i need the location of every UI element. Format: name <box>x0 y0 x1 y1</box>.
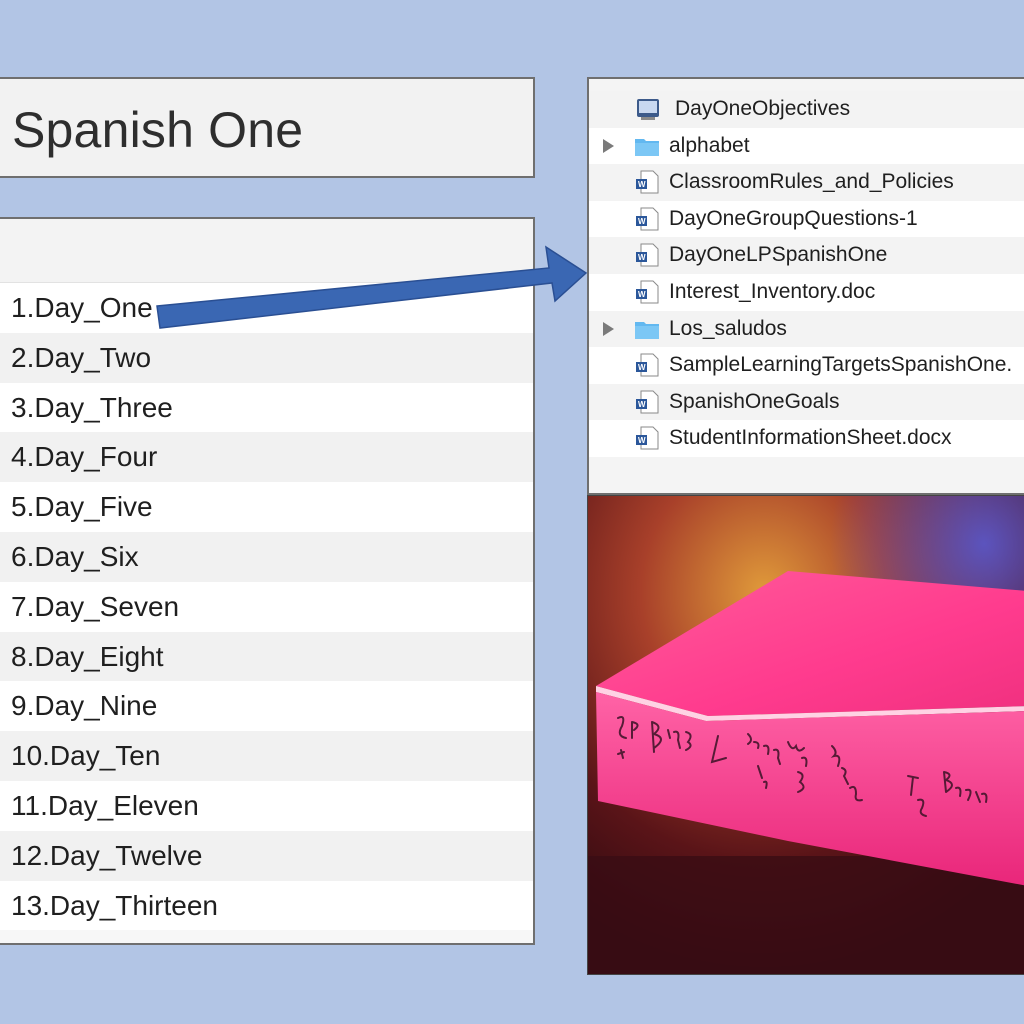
day-folder-item[interactable]: 9.Day_Nine <box>0 681 533 732</box>
folder-icon <box>635 321 659 339</box>
file-item[interactable]: Interest_Inventory.doc <box>589 273 1024 311</box>
file-item[interactable]: SampleLearningTargetsSpanishOne. <box>589 347 1024 384</box>
day-folder-item[interactable]: 12.Day_Twelve <box>0 830 533 881</box>
day-folder-item[interactable]: 3.Day_Three <box>0 382 533 433</box>
file-name: SpanishOneGoals <box>669 389 840 413</box>
day-list-panel: 1.Day_One 2.Day_Two 3.Day_Three 4.Day_Four 5… <box>0 217 535 945</box>
file-name: ClassroomRules_and_Policies <box>669 170 954 194</box>
word-doc-icon <box>635 280 659 304</box>
word-doc-icon <box>635 170 659 194</box>
binder-photo <box>587 495 1024 975</box>
file-name: SampleLearningTargetsSpanishOne. <box>669 353 1013 377</box>
file-name: DayOneLPSpanishOne <box>669 243 888 267</box>
table-shadow <box>588 856 1024 974</box>
file-browser-panel: DayOneObjectives alphabet ClassroomRules_a… <box>587 77 1024 495</box>
page-title: Spanish One <box>12 102 304 158</box>
file-item[interactable]: DayOneObjectives <box>589 91 1024 128</box>
day-folder-item[interactable]: 4.Day_Four <box>0 432 533 483</box>
word-doc-icon <box>635 243 659 267</box>
file-list: DayOneObjectives alphabet ClassroomRules_a… <box>589 91 1024 457</box>
file-name: Interest_Inventory.doc <box>669 279 876 303</box>
word-doc-icon <box>635 353 659 377</box>
word-doc-icon <box>635 390 659 414</box>
file-item[interactable]: StudentInformationSheet.docx <box>589 420 1024 457</box>
day-list: 1.Day_One 2.Day_Two 3.Day_Three 4.Day_Four 5… <box>0 283 533 931</box>
day-folder-item[interactable]: 10.Day_Ten <box>0 731 533 781</box>
word-doc-icon <box>635 426 659 450</box>
word-doc-icon <box>635 207 659 231</box>
day-folder-item[interactable]: 13.Day_Thirteen <box>0 880 533 931</box>
day-folder-item[interactable]: 2.Day_Two <box>0 332 533 383</box>
day-folder-item[interactable]: 1.Day_One <box>0 283 533 333</box>
day-folder-item[interactable]: 5.Day_Five <box>0 482 533 532</box>
file-item[interactable]: DayOneLPSpanishOne <box>589 237 1024 274</box>
file-name: DayOneGroupQuestions-1 <box>669 206 918 230</box>
disclosure-triangle-icon[interactable] <box>603 138 614 153</box>
folder-icon <box>635 138 659 156</box>
file-item[interactable]: alphabet <box>589 127 1024 165</box>
file-item[interactable]: Los_saludos <box>589 310 1024 348</box>
file-item[interactable]: ClassroomRules_and_Policies <box>589 164 1024 201</box>
title-box: Spanish One <box>0 77 535 178</box>
day-folder-item[interactable]: 6.Day_Six <box>0 531 533 582</box>
file-item[interactable]: SpanishOneGoals <box>589 383 1024 421</box>
file-name: Los_saludos <box>669 316 787 340</box>
file-item[interactable]: DayOneGroupQuestions-1 <box>589 200 1024 238</box>
file-name: StudentInformationSheet.docx <box>669 426 952 450</box>
file-name: DayOneObjectives <box>675 97 851 120</box>
binder-photo-image <box>588 496 1024 974</box>
file-name: alphabet <box>669 133 750 157</box>
day-list-header <box>0 219 533 283</box>
day-folder-item[interactable]: 7.Day_Seven <box>0 581 533 632</box>
day-folder-item[interactable]: 8.Day_Eight <box>0 631 533 682</box>
slides-file-icon <box>637 99 659 120</box>
day-folder-item[interactable]: 11.Day_Eleven <box>0 780 533 831</box>
disclosure-triangle-icon[interactable] <box>603 321 614 336</box>
